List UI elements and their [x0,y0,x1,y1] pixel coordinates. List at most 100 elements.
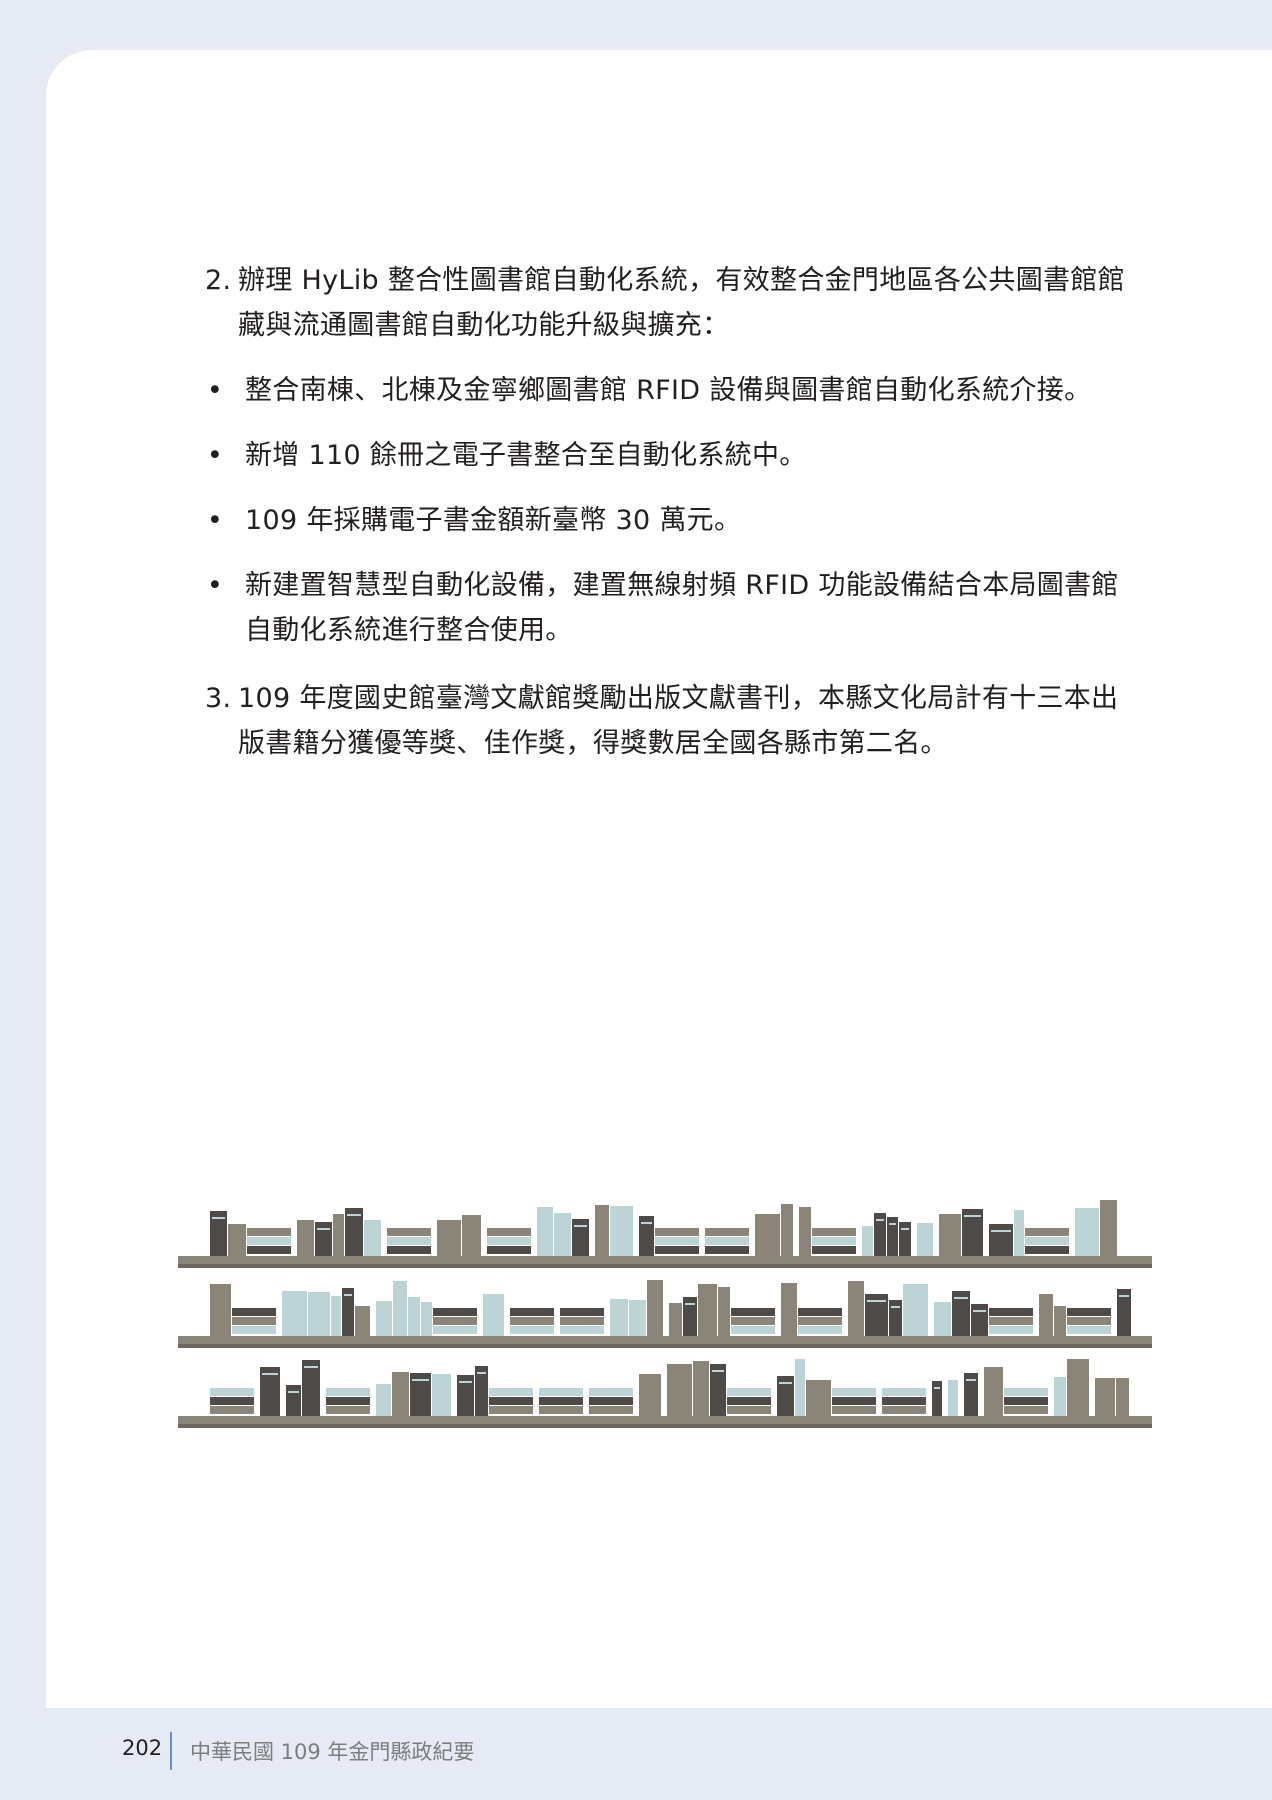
book-stack [510,1308,554,1316]
bullet-text: 新增 110 餘冊之電子書整合至自動化系統中。 [245,440,807,471]
book-stack [1067,1308,1111,1316]
item-text-line: 109 年度國史館臺灣文獻館獎勵出版文獻書刊，本縣文化局計有十三本出 [238,683,1119,714]
book [392,1372,409,1416]
book [286,1385,301,1416]
item-number: 3. [205,683,232,714]
book [302,1360,320,1416]
bullet-item: • 新建置智慧型自動化設備，建置無線射頻 RFID 功能設備結合本局圖書館 自動… [205,563,1125,653]
book [806,1380,831,1416]
book-stack [589,1406,633,1414]
book [971,1304,988,1336]
book-stack [798,1308,842,1316]
book [1054,1306,1066,1336]
book [781,1283,797,1336]
book [889,1300,902,1336]
book [899,1222,911,1256]
footer-title: 中華民國 109 年金門縣政紀要 [190,1740,475,1764]
book-stack [1025,1237,1069,1245]
book [669,1303,682,1336]
item-text-line: 藏與流通圖書館自動化功能升級與擴充： [238,310,730,341]
numbered-item-2: 2. 辦理 HyLib 整合性圖書館自動化系統，有效整合金門地區各公共圖書館館 … [205,258,1125,348]
book-band [459,1381,472,1383]
book-band [344,1294,352,1296]
book [610,1206,633,1256]
document-content: 2. 辦理 HyLib 整合性圖書館自動化系統，有效整合金門地區各公共圖書館館 … [0,0,1272,1800]
book-stack [433,1317,477,1325]
book [537,1207,553,1256]
book-stack [727,1388,771,1396]
book-stack [326,1397,370,1405]
book [799,1207,811,1256]
book-stack [882,1397,926,1405]
book-stack [655,1246,699,1254]
book-stack [989,1308,1033,1316]
book-band [712,1370,724,1372]
book [647,1280,663,1336]
book-stack [727,1406,771,1414]
book-stack [989,1326,1033,1334]
book-stack [489,1397,533,1405]
book-stack [705,1228,749,1236]
book-band [412,1379,429,1381]
numbered-item-3: 3. 109 年度國史館臺灣文獻館獎勵出版文獻書刊，本縣文化局計有十三本出 版書… [205,676,1125,766]
book-stack [489,1388,533,1396]
book-band [262,1373,278,1375]
book-band [901,1228,909,1230]
book-stack [812,1246,856,1254]
book-stack [326,1388,370,1396]
book-stack [487,1237,531,1245]
book [595,1205,609,1256]
book [795,1359,805,1416]
book-band [973,1310,986,1312]
book-band [867,1300,886,1302]
book-band [288,1391,299,1393]
book [315,1222,332,1256]
book-band [954,1297,968,1299]
book-band [891,1306,900,1308]
book-stack [539,1397,583,1405]
book-stack [560,1308,604,1316]
book [210,1284,231,1336]
book-stack [1004,1406,1048,1414]
book-stack [433,1326,477,1334]
book-band [477,1372,486,1374]
book-stack [232,1317,276,1325]
book-stack [489,1406,533,1414]
book-stack [798,1326,842,1334]
shelf-plank [178,1336,1152,1344]
book-stack [210,1406,254,1414]
book [862,1226,873,1256]
book [308,1292,330,1336]
book [984,1367,1003,1416]
book [718,1287,730,1336]
book [554,1213,571,1256]
book-stack [433,1308,477,1316]
book-stack [727,1397,771,1405]
book-stack [832,1406,876,1414]
book [1116,1378,1129,1416]
book-stack [731,1308,775,1316]
book [393,1281,407,1336]
book [1039,1294,1053,1336]
book-stack [510,1326,554,1334]
book [629,1300,646,1336]
book-band [966,1379,976,1381]
book-stack [655,1228,699,1236]
book-stack [798,1317,842,1325]
book [364,1220,381,1256]
book [333,1214,344,1256]
bullet-icon: • [206,505,224,536]
book-stack [1004,1397,1048,1405]
book-stack [812,1228,856,1236]
item-text-line: 辦理 HyLib 整合性圖書館自動化系統，有效整合金門地區各公共圖書館館 [238,265,1125,296]
bullet-text: 整合南棟、北棟及金寧鄉圖書館 RFID 設備與圖書館自動化系統介接。 [245,375,1092,406]
book [331,1296,341,1336]
book-stack [812,1237,856,1245]
book-band [641,1222,652,1224]
book-band [779,1382,792,1384]
bullet-item: • 整合南棟、北棟及金寧鄉圖書館 RFID 設備與圖書館自動化系統介接。 [205,368,1125,413]
book-stack [326,1406,370,1414]
book [355,1306,370,1336]
book-stack [210,1397,254,1405]
book-stack [510,1317,554,1325]
